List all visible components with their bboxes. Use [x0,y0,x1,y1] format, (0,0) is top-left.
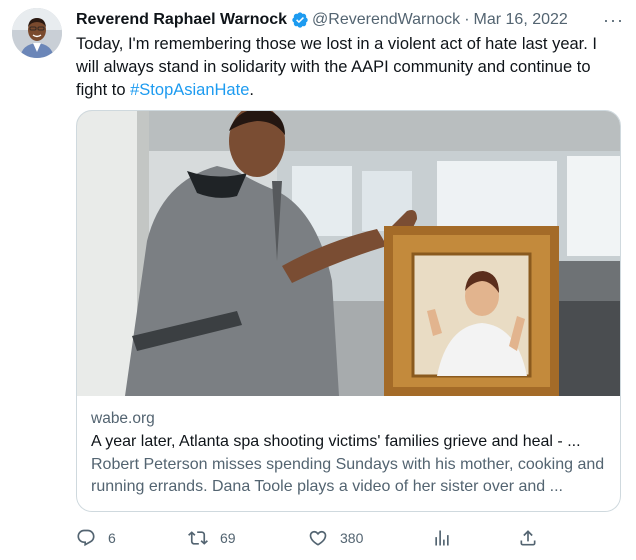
action-bar: 6 69 380 [76,526,546,550]
reply-icon [77,529,95,547]
views-icon [435,530,449,546]
author-name[interactable]: Reverend Raphael Warnock [76,11,287,29]
heart-icon [309,530,327,546]
tweet-date[interactable]: Mar 16, 2022 [474,11,568,29]
like-count: 380 [340,530,364,546]
tweet-text-end: . [249,81,254,99]
separator-dot: · [464,11,470,28]
tweet[interactable]: Reverend Raphael Warnock @ReverendWarnoc… [0,0,636,560]
author-handle[interactable]: @ReverendWarnock [312,11,460,29]
reply-count: 6 [108,530,116,546]
tweet-header: Reverend Raphael Warnock @ReverendWarnoc… [76,9,624,31]
share-button[interactable] [518,528,538,548]
tweet-text: Today, I'm remembering those we lost in … [76,33,621,102]
link-card[interactable]: wabe.org A year later, Atlanta spa shoot… [76,110,621,512]
views-button[interactable] [432,528,452,548]
card-domain: wabe.org [91,410,155,427]
like-button[interactable]: 380 [308,528,363,548]
retweet-count: 69 [220,530,236,546]
verified-badge-icon [291,11,309,29]
card-title[interactable]: A year later, Atlanta spa shooting victi… [91,430,606,454]
more-options-icon[interactable]: ··· [603,10,624,31]
retweet-button[interactable]: 69 [188,528,236,548]
share-icon [520,530,536,546]
card-image [77,111,620,396]
retweet-icon [188,531,208,545]
avatar[interactable] [12,8,62,58]
card-description: Robert Peterson misses spending Sundays … [91,456,605,495]
card-meta: wabe.org A year later, Atlanta spa shoot… [91,408,606,498]
avatar-photo [12,8,62,58]
hashtag-link[interactable]: #StopAsianHate [130,81,249,99]
reply-button[interactable]: 6 [76,528,116,548]
